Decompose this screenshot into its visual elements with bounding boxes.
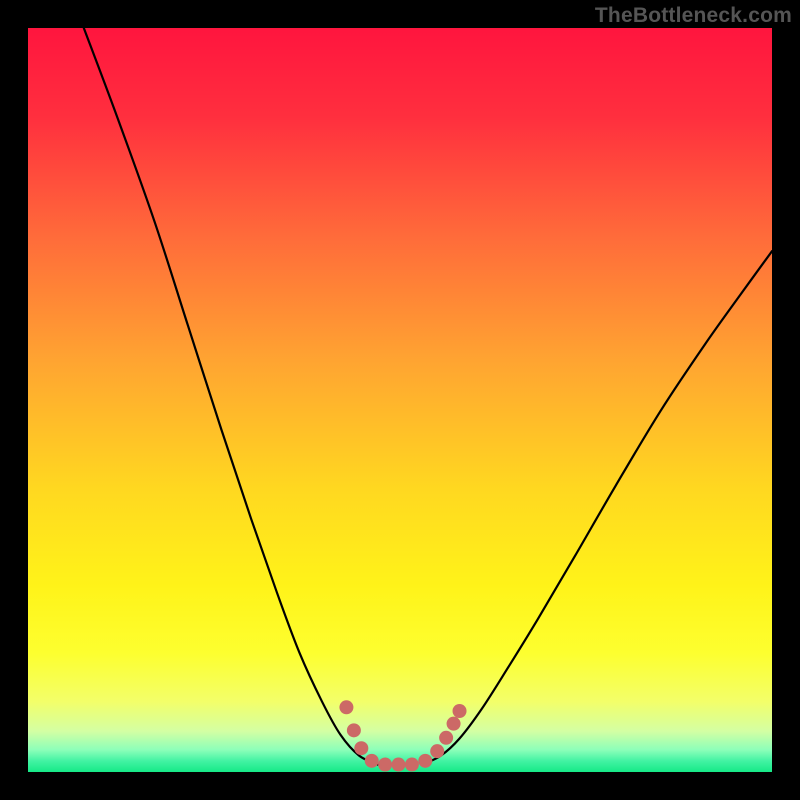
marker-dot — [439, 731, 453, 745]
marker-dot — [405, 758, 419, 772]
marker-dot — [339, 700, 353, 714]
bottleneck-chart-svg — [28, 28, 772, 772]
marker-dot — [418, 754, 432, 768]
chart-frame: TheBottleneck.com — [0, 0, 800, 800]
marker-dot — [365, 754, 379, 768]
marker-dot — [347, 723, 361, 737]
marker-dot — [447, 717, 461, 731]
marker-dot — [453, 704, 467, 718]
marker-dot — [378, 758, 392, 772]
marker-dot — [354, 741, 368, 755]
marker-dot — [430, 744, 444, 758]
marker-dot — [392, 758, 406, 772]
gradient-background — [28, 28, 772, 772]
plot-area — [28, 28, 772, 772]
watermark-text: TheBottleneck.com — [595, 4, 792, 28]
